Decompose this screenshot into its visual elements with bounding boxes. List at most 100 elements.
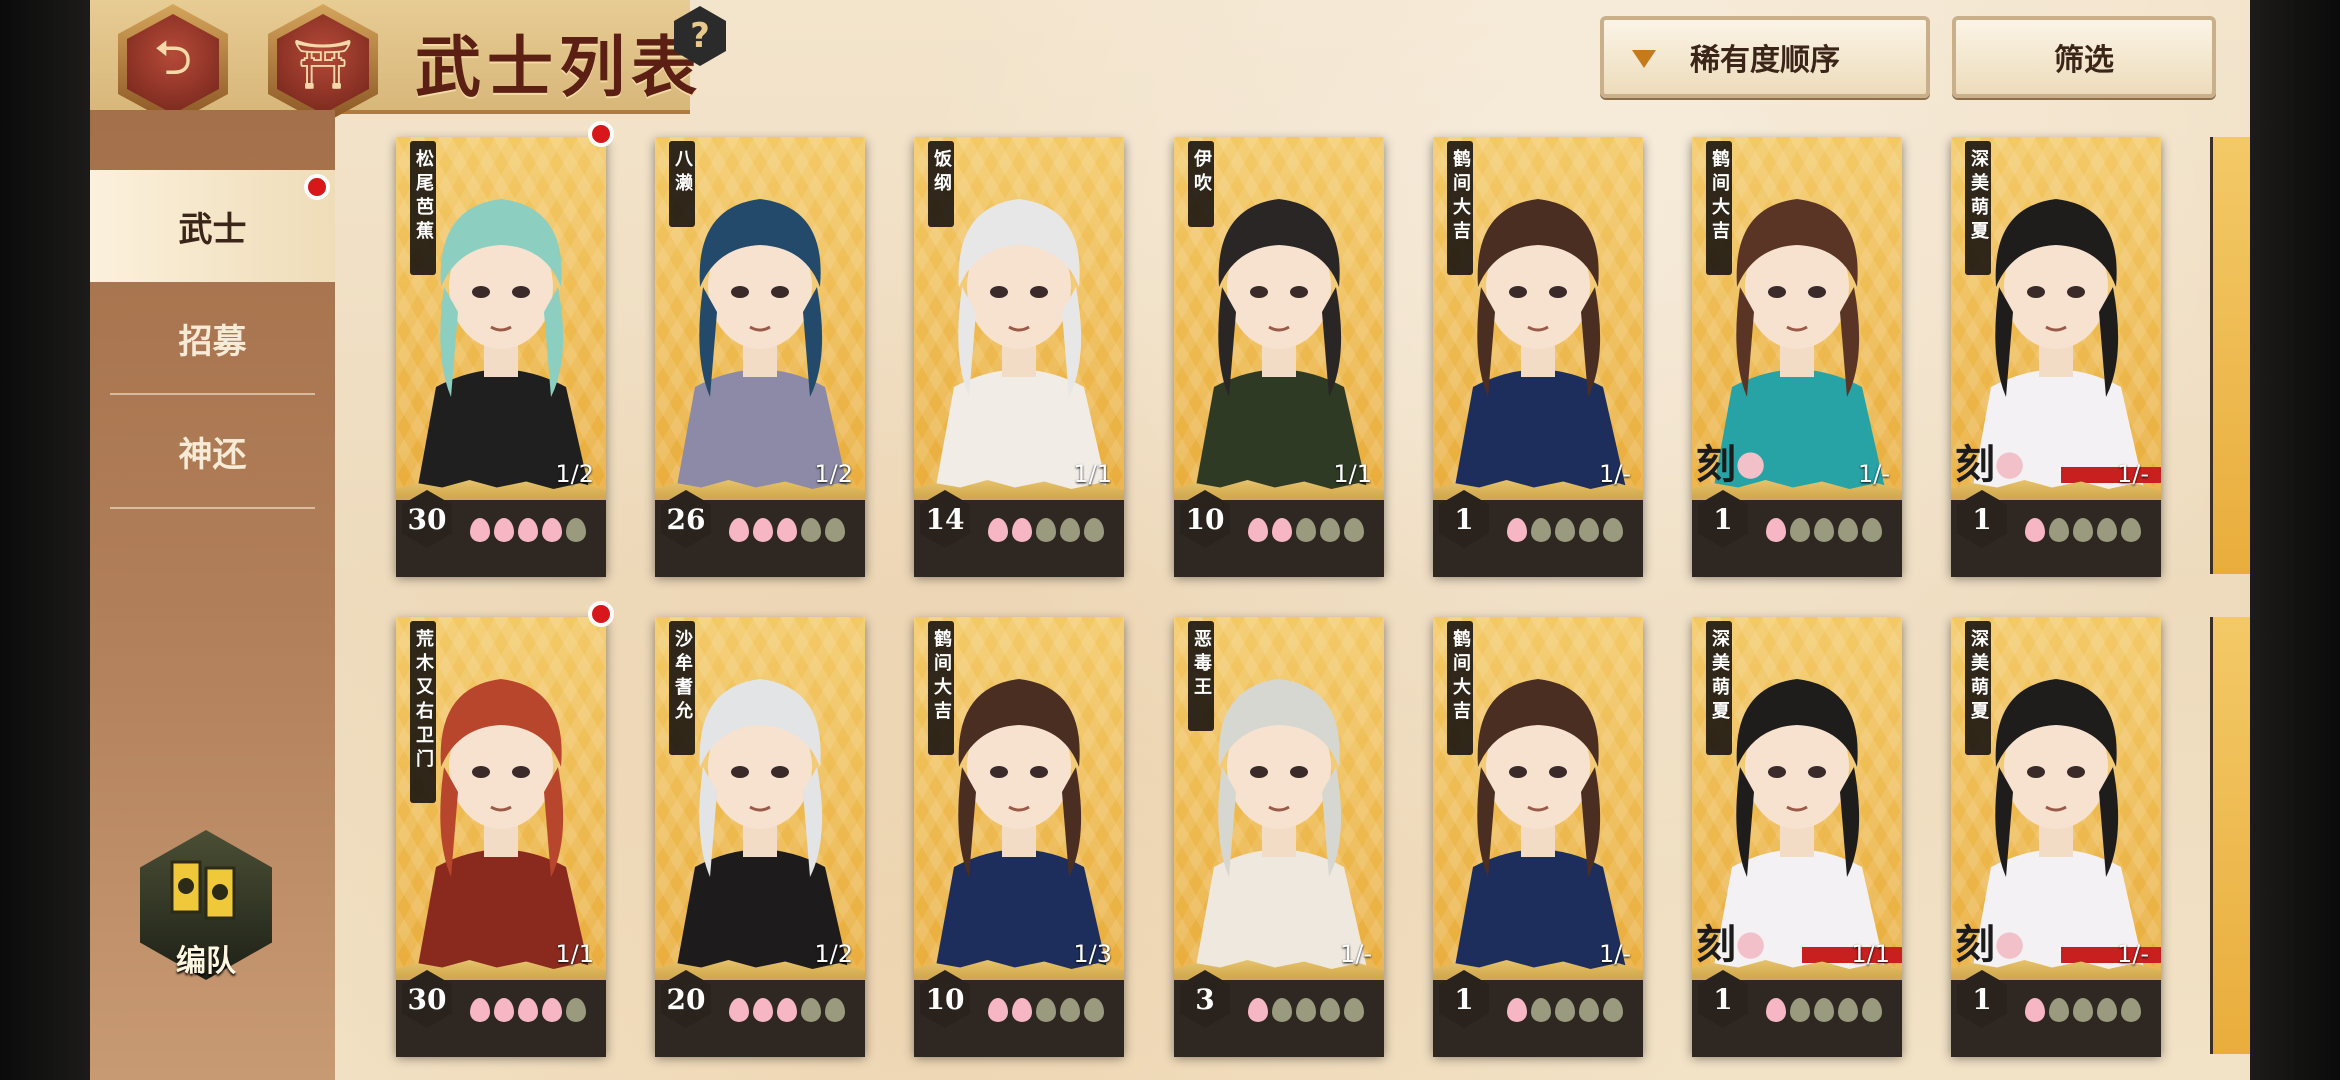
sidebar-item-recruit[interactable]: 招募 — [90, 282, 335, 394]
petal-filled-icon — [753, 998, 773, 1022]
petal-empty-icon — [1272, 998, 1292, 1022]
petal-filled-icon — [988, 998, 1008, 1022]
samurai-card[interactable]: 伊吹 1/1 10 — [1174, 137, 1384, 577]
petal-empty-icon — [1603, 518, 1623, 542]
samurai-card[interactable]: 荒木又右卫门 1/1 30 — [396, 601, 614, 1057]
star-petals — [729, 998, 845, 1022]
card-footer: 26 — [655, 490, 865, 577]
card-art: 深美萌夏 刻 1/- — [1951, 137, 2161, 497]
character-name: 鹤间大吉 — [1447, 621, 1473, 755]
level-badge: 30 — [402, 970, 452, 1028]
notification-badge — [588, 601, 614, 627]
petal-empty-icon — [566, 518, 586, 542]
petal-empty-icon — [2097, 518, 2117, 542]
samurai-card[interactable]: 深美萌夏 刻 1/- 1 — [1951, 617, 2161, 1057]
back-icon: ⮌ — [127, 14, 219, 114]
level-value: 26 — [666, 502, 706, 536]
level-value: 10 — [1185, 502, 1225, 536]
samurai-card[interactable]: 沙牟耆允 1/2 20 — [655, 617, 865, 1057]
banner-flags-icon — [170, 860, 236, 920]
petal-filled-icon — [1507, 998, 1527, 1022]
card-footer: 1 — [1951, 490, 2161, 577]
card-art: 荒木又右卫门 1/1 — [396, 617, 606, 977]
star-petals — [1248, 998, 1364, 1022]
star-petals — [729, 518, 845, 542]
bond-counter: 1/2 — [814, 460, 853, 488]
petal-empty-icon — [1344, 998, 1364, 1022]
samurai-card[interactable]: 恶毒王 1/- 3 — [1174, 617, 1384, 1057]
level-badge: 14 — [920, 490, 970, 548]
filter-button[interactable]: 筛选 — [1952, 16, 2216, 98]
card-art: 鹤间大吉 1/3 — [914, 617, 1124, 977]
petal-filled-icon — [729, 998, 749, 1022]
sidebar-item-samurai[interactable]: 武士 — [90, 170, 335, 282]
koku-stamp-icon: 刻 — [1955, 912, 2033, 968]
bond-counter: 1/1 — [1851, 940, 1890, 968]
bond-counter: 1/- — [1598, 940, 1631, 968]
level-value: 14 — [925, 502, 965, 536]
bond-counter: 1/2 — [555, 460, 594, 488]
star-petals — [470, 518, 586, 542]
bond-counter: 1/3 — [1073, 940, 1112, 968]
bond-counter: 1/- — [1857, 460, 1890, 488]
petal-empty-icon — [566, 998, 586, 1022]
sort-button[interactable]: 稀有度顺序 — [1600, 16, 1930, 98]
level-badge: 26 — [661, 490, 711, 548]
level-value: 1 — [1454, 982, 1474, 1016]
level-badge: 1 — [1957, 490, 2007, 548]
sort-button-label: 稀有度顺序 — [1690, 43, 1840, 78]
star-petals — [988, 518, 1104, 542]
samurai-card[interactable]: 鹤间大吉 刻 1/- 1 — [1692, 137, 1902, 577]
card-footer: 10 — [1174, 490, 1384, 577]
bond-counter: 1/- — [1598, 460, 1631, 488]
samurai-card[interactable]: 深美萌夏 刻 1/1 1 — [1692, 617, 1902, 1057]
page-title: 武士列表 — [415, 28, 703, 106]
star-petals — [1248, 518, 1364, 542]
card-art: 深美萌夏 刻 1/1 — [1692, 617, 1902, 977]
samurai-card[interactable]: 鹤间大吉 1/- 1 — [1433, 137, 1643, 577]
notification-badge — [304, 174, 330, 200]
card-footer: 1 — [1951, 970, 2161, 1057]
samurai-card[interactable]: 松尾芭蕉 1/2 30 — [396, 121, 614, 577]
petal-empty-icon — [1036, 998, 1056, 1022]
samurai-card[interactable]: 八濑 1/2 26 — [655, 137, 865, 577]
petal-empty-icon — [1790, 518, 1810, 542]
star-petals — [1766, 998, 1882, 1022]
petal-filled-icon — [470, 998, 490, 1022]
samurai-card[interactable]: 鹤间大吉 1/- 1 — [1433, 617, 1643, 1057]
character-name: 深美萌夏 — [1706, 621, 1732, 755]
petal-filled-icon — [1272, 518, 1292, 542]
bond-counter: 1/1 — [555, 940, 594, 968]
petal-empty-icon — [1320, 518, 1340, 542]
next-column-card-partial[interactable] — [2210, 617, 2250, 1054]
character-name: 恶毒王 — [1188, 621, 1214, 731]
bond-counter: 1/- — [1339, 940, 1372, 968]
samurai-card[interactable]: 饭纲 1/1 14 — [914, 137, 1124, 577]
level-value: 20 — [666, 982, 706, 1016]
next-column-card-partial[interactable] — [2210, 137, 2250, 574]
sidebar-item-label: 神还 — [178, 434, 247, 475]
filter-button-label: 筛选 — [2054, 43, 2114, 78]
samurai-card[interactable]: 深美萌夏 刻 1/- 1 — [1951, 137, 2161, 577]
petal-empty-icon — [1579, 518, 1599, 542]
character-name: 鹤间大吉 — [1447, 141, 1473, 275]
bond-counter: 1/1 — [1073, 460, 1112, 488]
level-value: 1 — [1713, 982, 1733, 1016]
petal-filled-icon — [2025, 998, 2045, 1022]
divider — [110, 507, 315, 509]
card-footer: 30 — [396, 970, 606, 1057]
bond-counter: 1/- — [2116, 460, 2149, 488]
card-art: 饭纲 1/1 — [914, 137, 1124, 497]
character-name: 八濑 — [669, 141, 695, 227]
level-value: 1 — [1972, 502, 1992, 536]
petal-empty-icon — [1084, 998, 1104, 1022]
petal-empty-icon — [801, 998, 821, 1022]
sidebar-item-return[interactable]: 神还 — [90, 395, 335, 507]
petal-empty-icon — [2049, 998, 2069, 1022]
team-formation-button[interactable]: 编队 — [140, 830, 272, 980]
petal-filled-icon — [494, 998, 514, 1022]
petal-filled-icon — [518, 998, 538, 1022]
samurai-card[interactable]: 鹤间大吉 1/3 10 — [914, 617, 1124, 1057]
level-value: 10 — [925, 982, 965, 1016]
card-art: 沙牟耆允 1/2 — [655, 617, 865, 977]
